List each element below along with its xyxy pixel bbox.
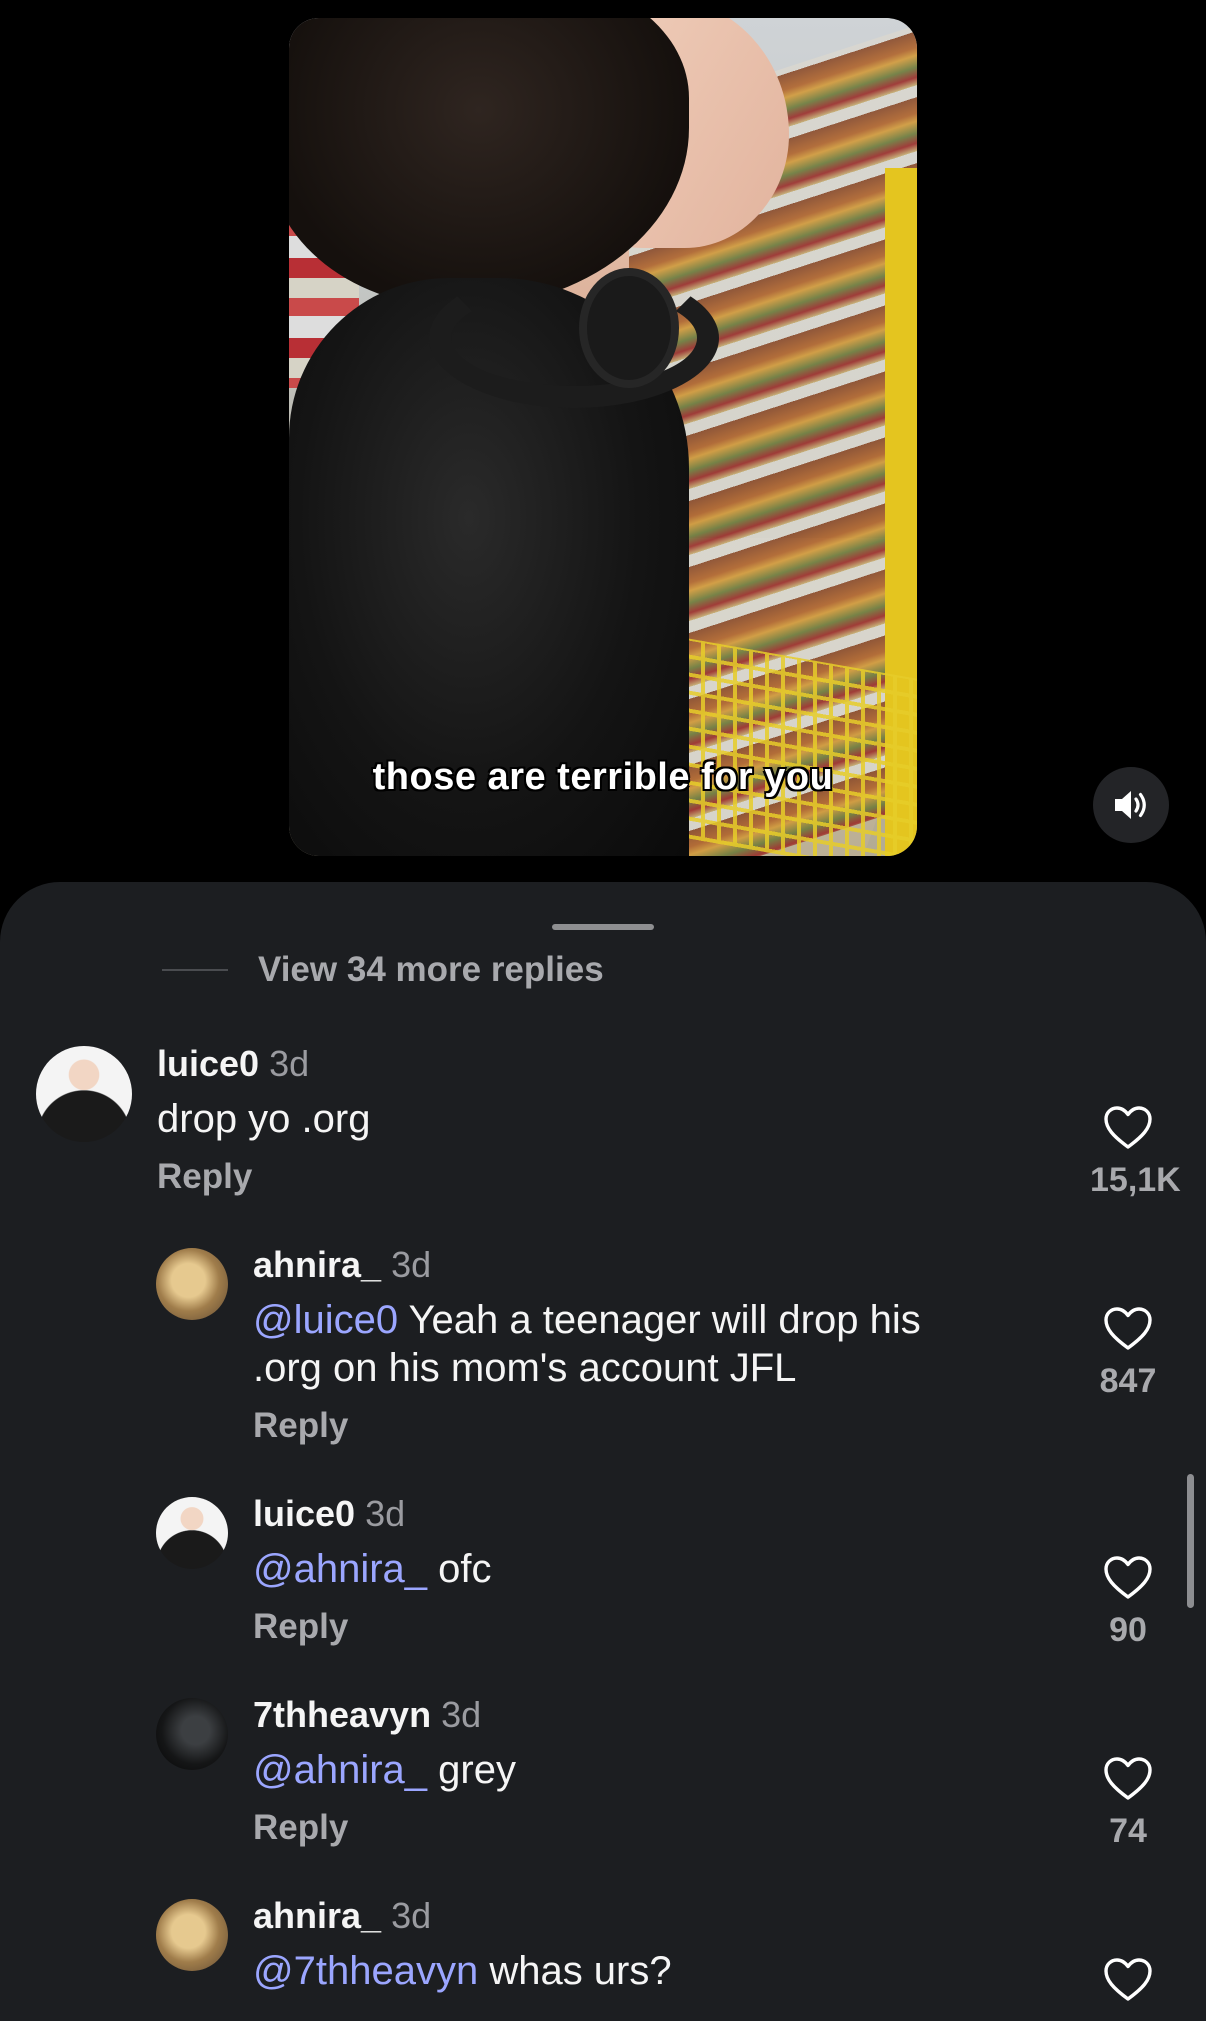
comment-body: whas urs? — [478, 1949, 672, 1993]
like-count: 15,1K — [1090, 1161, 1181, 1199]
comment-mention[interactable]: @luice0 — [253, 1298, 398, 1342]
avatar[interactable] — [156, 1248, 228, 1320]
comment-text: @ahnira_ grey — [253, 1746, 516, 1794]
reply-button[interactable]: Reply — [253, 1808, 516, 1848]
comment-body: grey — [427, 1748, 516, 1792]
video-player[interactable]: those are terrible for you — [289, 18, 917, 856]
comment-time: 3d — [269, 1043, 310, 1084]
like-button[interactable] — [1090, 1957, 1166, 2003]
comments-sheet: View 34 more replies luice0 3d drop yo .o… — [0, 882, 1206, 2021]
comment-text: @luice0 Yeah a teenager will drop his .o… — [253, 1296, 933, 1392]
comment-time: 3d — [391, 1895, 432, 1936]
comment-mention[interactable]: @ahnira_ — [253, 1748, 427, 1792]
replies-divider-line — [162, 969, 228, 971]
video-frame-earcup — [579, 268, 679, 388]
heart-outline-icon — [1104, 1307, 1152, 1350]
avatar[interactable] — [156, 1698, 228, 1770]
heart-outline-icon — [1104, 1958, 1152, 2001]
comment-username[interactable]: ahnira_ — [253, 1895, 381, 1936]
comment-username[interactable]: 7thheavyn — [253, 1694, 431, 1735]
scrollbar[interactable] — [1187, 1474, 1194, 1608]
comment-text: drop yo .org — [157, 1095, 370, 1143]
comment-time: 3d — [365, 1493, 406, 1534]
reply-button[interactable]: Reply — [253, 1607, 492, 1647]
like-count: 847 — [1099, 1362, 1157, 1400]
avatar[interactable] — [156, 1899, 228, 1971]
comment-text: @7thheavyn whas urs? — [253, 1947, 672, 1995]
like-button[interactable]: 90 — [1090, 1555, 1166, 1650]
comment-username[interactable]: luice0 — [157, 1043, 259, 1084]
heart-outline-icon — [1104, 1106, 1152, 1149]
comment-time: 3d — [391, 1244, 432, 1285]
heart-outline-icon — [1104, 1556, 1152, 1599]
avatar[interactable] — [156, 1497, 228, 1569]
comment-mention[interactable]: @7thheavyn — [253, 1949, 478, 1993]
sheet-grabber-handle[interactable] — [552, 924, 654, 930]
comment-body: ofc — [427, 1547, 492, 1591]
avatar[interactable] — [36, 1046, 132, 1142]
volume-button[interactable] — [1093, 767, 1169, 843]
like-button[interactable]: 847 — [1090, 1306, 1166, 1401]
reply-button[interactable]: Reply — [157, 1157, 370, 1197]
comment-time: 3d — [441, 1694, 482, 1735]
reply-button[interactable]: Reply — [253, 1406, 933, 1446]
comment-username[interactable]: ahnira_ — [253, 1244, 381, 1285]
comment-mention[interactable]: @ahnira_ — [253, 1547, 427, 1591]
like-button[interactable]: 15,1K — [1090, 1105, 1181, 1200]
heart-outline-icon — [1104, 1757, 1152, 1800]
comment-username[interactable]: luice0 — [253, 1493, 355, 1534]
comment-text: @ahnira_ ofc — [253, 1545, 492, 1593]
like-count: 90 — [1109, 1611, 1147, 1649]
like-button[interactable]: 74 — [1090, 1756, 1166, 1851]
comment-body: drop yo .org — [157, 1097, 371, 1141]
view-more-replies-button[interactable]: View 34 more replies — [162, 950, 604, 990]
speaker-volume-icon — [1115, 791, 1146, 819]
video-caption: those are terrible for you — [372, 756, 834, 798]
like-count: 74 — [1109, 1812, 1147, 1850]
view-more-replies-label: View 34 more replies — [258, 950, 604, 989]
